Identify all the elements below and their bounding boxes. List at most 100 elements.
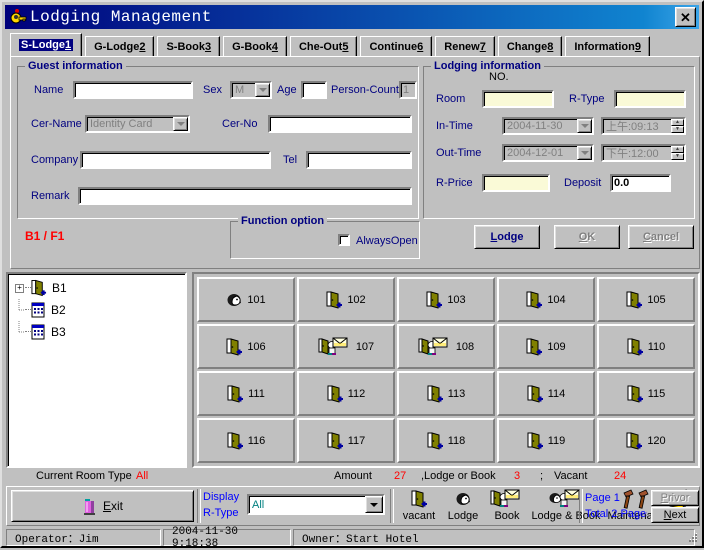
always-open-checkbox[interactable] [338, 234, 350, 246]
r-price-label: R-Price [436, 177, 473, 189]
chevron-down-icon[interactable] [577, 146, 592, 160]
tab-che-out[interactable]: Che-Out5 [289, 36, 358, 57]
room-cell-117[interactable]: 117 [297, 418, 395, 463]
room-cell-115[interactable]: 115 [597, 371, 695, 416]
room-cell-104[interactable]: 104 [497, 277, 595, 322]
exit-button[interactable]: Exit [11, 490, 194, 522]
building-icon [31, 324, 46, 340]
remark-input[interactable] [78, 187, 412, 205]
room-cell-114[interactable]: 114 [497, 371, 595, 416]
tab-renew[interactable]: Renew7 [435, 36, 495, 57]
tree-node-b1[interactable]: + B1 [14, 279, 67, 297]
spinner-arrows[interactable]: ▲ ▼ [671, 146, 684, 160]
room-cell-111[interactable]: 111 [197, 371, 295, 416]
legend-caption: vacant [402, 510, 436, 522]
tab-g-book[interactable]: G-Book4 [223, 36, 287, 57]
person-head-icon [455, 489, 472, 509]
legend-vacant[interactable]: vacant [397, 489, 441, 522]
room-cell-112[interactable]: 112 [297, 371, 395, 416]
door-open-icon [427, 431, 444, 450]
person-count-input[interactable]: 1 [399, 81, 417, 99]
legend-lodge[interactable]: Lodge [441, 489, 485, 522]
tab-continue[interactable]: Continue6 [360, 36, 433, 57]
tree-node-b2[interactable]: B2 [14, 299, 66, 319]
resize-grip[interactable] [686, 532, 698, 544]
tree-node-b3[interactable]: B3 [14, 321, 66, 341]
room-cell-103[interactable]: 103 [397, 277, 495, 322]
amount-value: 27 [394, 470, 407, 482]
out-time-date-value: 2004-12-01 [507, 147, 564, 159]
exit-icon [82, 497, 98, 515]
window-title: Lodging Management [30, 8, 212, 26]
in-time-time-spinner[interactable]: 上午:09:13 ▲ ▼ [601, 117, 686, 135]
function-option-caption: Function option [238, 215, 328, 227]
close-icon[interactable]: ✕ [675, 7, 696, 27]
door-note-icon [490, 489, 524, 509]
room-cell-118[interactable]: 118 [397, 418, 495, 463]
no-label: NO. [489, 71, 509, 83]
room-input[interactable] [482, 90, 554, 108]
name-input[interactable] [73, 81, 193, 99]
cer-name-select[interactable]: Identity Card [85, 115, 190, 133]
room-cell-113[interactable]: 113 [397, 371, 495, 416]
room-cell-101[interactable]: 101 [197, 277, 295, 322]
ok-button[interactable]: OK [554, 225, 620, 249]
next-accel: N [663, 509, 672, 521]
chevron-down-icon[interactable] [577, 119, 592, 133]
r-price-input[interactable] [482, 174, 550, 192]
tel-input[interactable] [306, 151, 412, 169]
chevron-down-icon[interactable] [365, 496, 383, 513]
cer-no-label: Cer-No [222, 118, 258, 130]
out-time-date-picker[interactable]: 2004-12-01 [502, 144, 594, 162]
spinner-arrows[interactable]: ▲ ▼ [671, 119, 684, 133]
guest-information-group: Guest information Name Sex M Age Person-… [17, 60, 419, 219]
tab-s-lodge[interactable]: S-Lodge1 [10, 33, 83, 57]
lodge-button[interactable]: Lodge [474, 225, 540, 249]
tab-label: S-Book3 [166, 40, 212, 53]
tab-g-lodge[interactable]: G-Lodge2 [85, 36, 155, 57]
always-open-label: AlwaysOpen [356, 235, 418, 247]
legend-book[interactable]: Book [485, 489, 529, 522]
age-input[interactable] [301, 81, 327, 99]
title-bar-buttons: ✕ [675, 7, 696, 27]
room-number: 114 [547, 387, 566, 400]
expander-plus-icon[interactable]: + [14, 283, 25, 293]
room-number: 117 [347, 434, 366, 447]
room-cell-109[interactable]: 109 [497, 324, 595, 369]
room-cell-105[interactable]: 105 [597, 277, 695, 322]
room-cell-108[interactable]: 108 [397, 324, 495, 369]
display-rtype-select[interactable]: All [247, 494, 385, 515]
room-cell-106[interactable]: 106 [197, 324, 295, 369]
room-number: 108 [455, 340, 475, 353]
room-number: 110 [647, 340, 666, 353]
next-label-rest: ext [671, 509, 687, 521]
room-number: 107 [355, 340, 375, 353]
deposit-input[interactable]: 0.0 [610, 174, 671, 192]
room-cell-107[interactable]: 107 [297, 324, 395, 369]
out-time-time-spinner[interactable]: 下午:12:00 ▲ ▼ [601, 144, 686, 162]
building-tree[interactable]: + B1 B2 B3 [6, 272, 187, 468]
company-input[interactable] [80, 151, 271, 169]
door-open-icon [527, 431, 544, 450]
operator-status: Operator：Jim [6, 529, 161, 546]
next-page-button[interactable]: Next [651, 507, 699, 523]
room-cell-116[interactable]: 116 [197, 418, 295, 463]
r-type-input[interactable] [614, 90, 686, 108]
chevron-down-icon[interactable] [173, 117, 188, 131]
in-time-date-picker[interactable]: 2004-11-30 [502, 117, 594, 135]
tab-change[interactable]: Change8 [497, 36, 563, 57]
chevron-down-icon[interactable] [255, 83, 270, 97]
tab-information[interactable]: Information9 [565, 36, 650, 57]
room-cell-102[interactable]: 102 [297, 277, 395, 322]
room-cell-110[interactable]: 110 [597, 324, 695, 369]
cer-no-input[interactable] [268, 115, 412, 133]
r-type-label: R-Type [569, 93, 605, 105]
room-cell-120[interactable]: 120 [597, 418, 695, 463]
sex-select[interactable]: M [230, 81, 272, 99]
cancel-button[interactable]: Cancel [628, 225, 694, 249]
tab-label: G-Lodge2 [94, 40, 146, 53]
tab-s-book[interactable]: S-Book3 [157, 36, 221, 57]
prev-page-button[interactable]: Privor [651, 490, 699, 506]
room-cell-119[interactable]: 119 [497, 418, 595, 463]
application-window: Lodging Management ✕ S-Lodge1 G-Lodge2 S-B… [0, 0, 704, 550]
